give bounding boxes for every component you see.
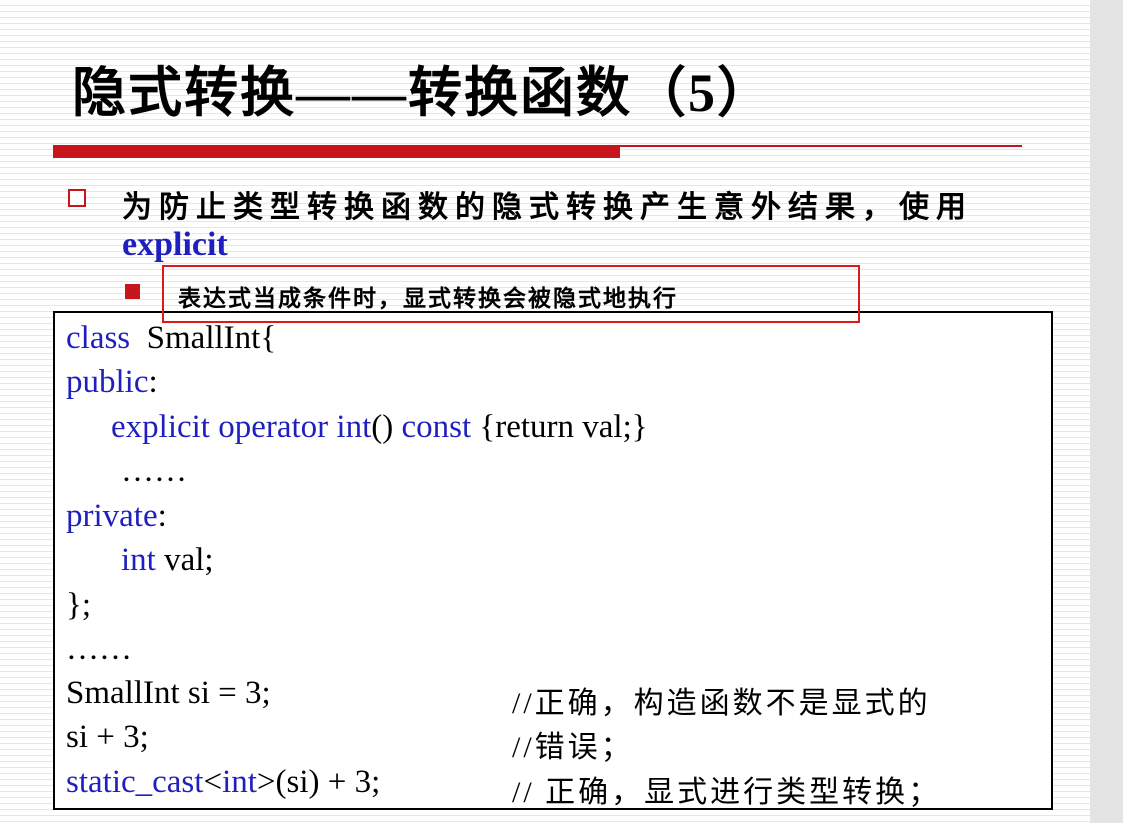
- code-line-10: si + 3;: [66, 719, 149, 755]
- code-comment-11: // 正确，显式进行类型转换；: [512, 776, 942, 809]
- keyword-class: class: [66, 320, 131, 356]
- code-line-11: static_cast<int>(si) + 3;: [66, 764, 380, 801]
- title-underline-thick: [53, 145, 620, 158]
- code-text: :: [157, 498, 167, 534]
- keyword-static-cast: static_cast: [66, 764, 204, 800]
- code-line-6: int val;: [121, 542, 214, 579]
- filled-square-bullet-icon: [125, 284, 140, 299]
- title-underline-thin: [620, 145, 1022, 147]
- code-block: class SmallInt{ public: explicit operato…: [53, 311, 1053, 810]
- explicit-keyword: explicit: [122, 226, 228, 263]
- scrollbar-strip: [1090, 0, 1123, 823]
- code-text: :: [148, 364, 158, 400]
- code-text: <: [203, 764, 223, 800]
- slide-title: 隐式转换——转换函数（5）: [72, 63, 773, 123]
- keyword-private: private: [66, 498, 158, 534]
- code-line-8: ……: [66, 631, 132, 667]
- hollow-square-bullet-icon: [68, 189, 86, 207]
- code-text: {return val;}: [471, 409, 648, 445]
- code-text: val;: [155, 542, 214, 578]
- keyword-const: const: [401, 409, 472, 445]
- code-line-2: public:: [66, 364, 158, 401]
- code-comment-10: //错误；: [512, 731, 634, 764]
- code-text: >(si) + 3;: [256, 764, 381, 800]
- highlight-box: [162, 265, 860, 323]
- code-text: SmallInt{: [130, 320, 277, 356]
- code-text: (): [371, 409, 402, 445]
- keyword-explicit-operator: explicit operator int: [111, 409, 372, 445]
- code-line-3: explicit operator int() const {return va…: [111, 409, 648, 446]
- code-line-9: SmallInt si = 3;: [66, 675, 271, 711]
- code-comment-9: //正确，构造函数不是显式的: [512, 687, 931, 720]
- code-line-4: ……: [121, 453, 187, 489]
- code-line-5: private:: [66, 498, 167, 535]
- code-line-1: class SmallInt{: [66, 320, 276, 357]
- keyword-public: public: [66, 364, 149, 400]
- bullet-text-main: 为防止类型转换函数的隐式转换产生意外结果，使用: [122, 191, 973, 224]
- keyword-int: int: [121, 542, 156, 578]
- keyword-int: int: [222, 764, 257, 800]
- code-line-7: };: [66, 587, 92, 623]
